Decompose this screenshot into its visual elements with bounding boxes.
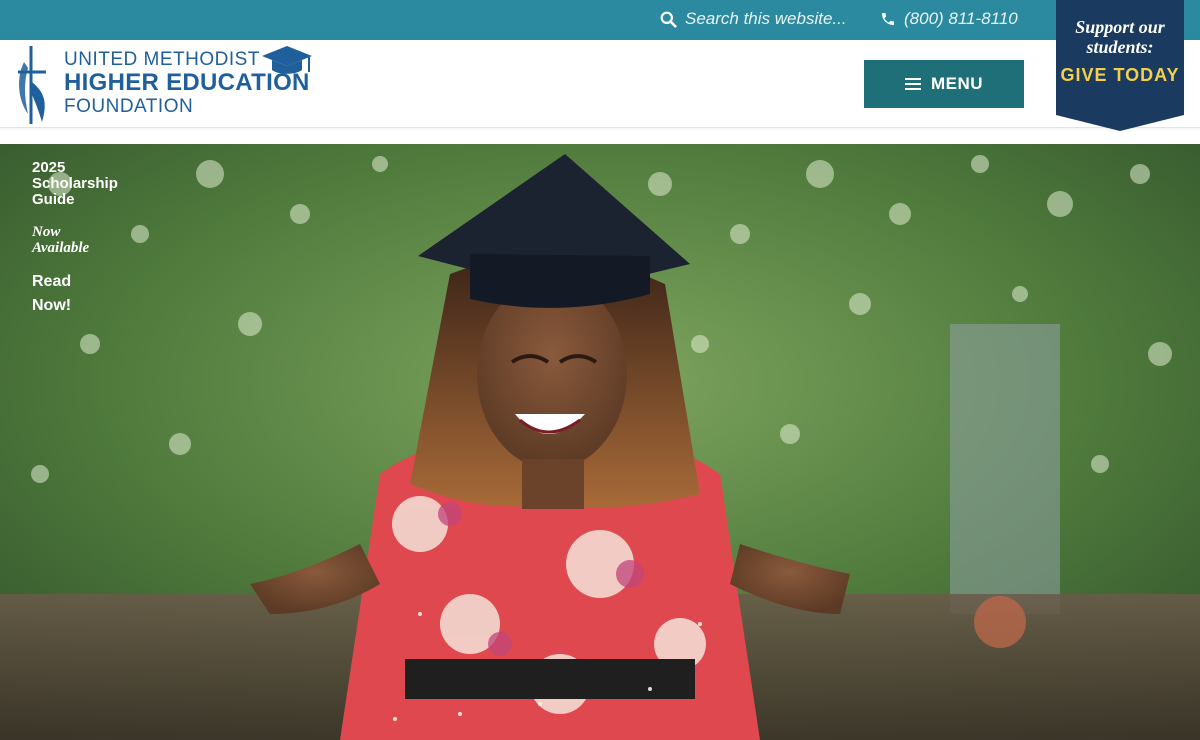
site-logo[interactable]: UNITED METHODIST HIGHER EDUCATION FOUNDA…	[14, 42, 314, 126]
graduate-photo	[0, 144, 1200, 740]
hamburger-icon	[904, 78, 921, 90]
site-search[interactable]: Search this website...	[660, 9, 847, 29]
read-now-link[interactable]: Read Now!	[32, 270, 92, 318]
hero-image	[0, 144, 1200, 740]
menu-label: MENU	[930, 74, 984, 93]
phone-link[interactable]: (800) 811-8110	[880, 9, 1018, 29]
promo-subtitle: Now Available	[32, 224, 90, 256]
scholarship-guide-promo: 2025 Scholarship Guide Now Available Rea…	[32, 160, 142, 318]
give-today-link[interactable]: GIVE TODAY	[1056, 66, 1184, 84]
search-icon	[660, 11, 677, 28]
give-support-text: Support our students:	[1075, 17, 1165, 57]
promo-title: 2025 Scholarship Guide	[32, 159, 118, 208]
phone-icon	[882, 13, 894, 25]
top-utility-bar: Search this website... (800) 811-8110	[0, 0, 1200, 40]
menu-button[interactable]: MENU	[864, 60, 1024, 108]
give-today-badge[interactable]: Support our students: GIVE TODAY	[1056, 0, 1184, 131]
cross-and-flame-icon	[18, 46, 46, 124]
phone-number[interactable]: (800) 811-8110	[904, 9, 1018, 29]
graduation-cap-icon	[262, 46, 312, 74]
logo-line-3: FOUNDATION	[64, 96, 194, 117]
search-input[interactable]: Search this website...	[685, 9, 847, 29]
